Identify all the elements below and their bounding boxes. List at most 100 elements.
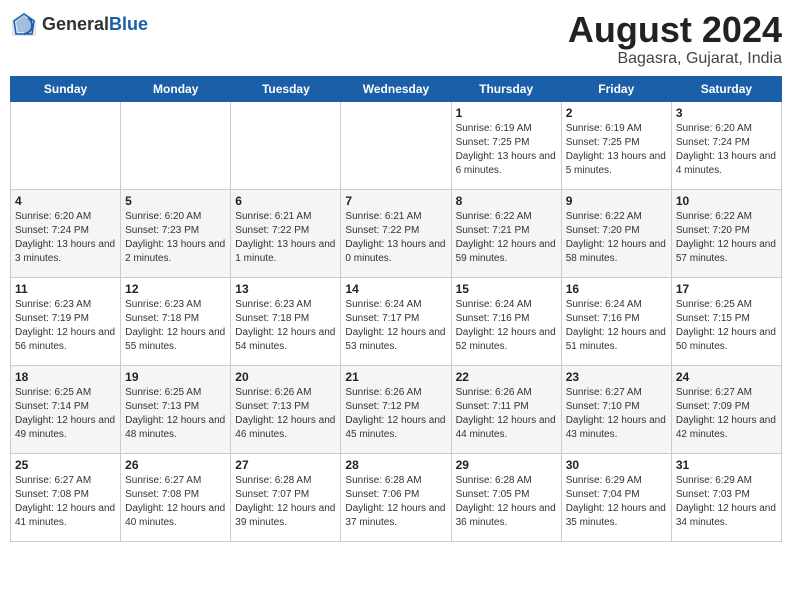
table-row: 17 Sunrise: 6:25 AM Sunset: 7:15 PM Dayli… [671, 277, 781, 365]
day-number: 20 [235, 370, 336, 384]
day-number: 6 [235, 194, 336, 208]
day-number: 26 [125, 458, 226, 472]
table-row: 28 Sunrise: 6:28 AM Sunset: 7:06 PM Dayli… [341, 453, 451, 541]
day-info: Sunrise: 6:24 AM Sunset: 7:17 PM Dayligh… [345, 298, 446, 354]
table-row [231, 101, 341, 189]
day-info: Sunrise: 6:27 AM Sunset: 7:08 PM Dayligh… [125, 474, 226, 530]
day-number: 22 [456, 370, 557, 384]
day-info: Sunrise: 6:24 AM Sunset: 7:16 PM Dayligh… [566, 298, 667, 354]
table-row: 30Sunrise: 6:29 AM Sunset: 7:04 PM Dayli… [561, 453, 671, 541]
table-row: 9 Sunrise: 6:22 AM Sunset: 7:20 PM Daylig… [561, 189, 671, 277]
table-row: 19 Sunrise: 6:25 AM Sunset: 7:13 PM Dayli… [121, 365, 231, 453]
day-number: 17 [676, 282, 777, 296]
calendar-week-row: 25 Sunrise: 6:27 AM Sunset: 7:08 PM Dayli… [11, 453, 782, 541]
day-number: 7 [345, 194, 446, 208]
header-friday: Friday [561, 76, 671, 101]
day-info: Sunrise: 6:21 AM Sunset: 7:22 PM Dayligh… [345, 210, 446, 266]
day-number: 31 [676, 458, 777, 472]
day-number: 29 [456, 458, 557, 472]
table-row: 5Sunrise: 6:20 AM Sunset: 7:23 PM Daylig… [121, 189, 231, 277]
table-row: 22Sunrise: 6:26 AM Sunset: 7:11 PM Dayli… [451, 365, 561, 453]
logo-text-general: General [42, 14, 109, 34]
calendar-title: August 2024 [568, 10, 782, 50]
calendar-week-row: 18 Sunrise: 6:25 AM Sunset: 7:14 PM Dayli… [11, 365, 782, 453]
day-info: Sunrise: 6:28 AM Sunset: 7:06 PM Dayligh… [345, 474, 446, 530]
day-info: Sunrise: 6:22 AM Sunset: 7:20 PM Dayligh… [566, 210, 667, 266]
day-info: Sunrise: 6:28 AM Sunset: 7:05 PM Dayligh… [456, 474, 557, 530]
calendar-week-row: 4Sunrise: 6:20 AM Sunset: 7:24 PM Daylig… [11, 189, 782, 277]
day-info: Sunrise: 6:25 AM Sunset: 7:13 PM Dayligh… [125, 386, 226, 442]
day-number: 3 [676, 106, 777, 120]
day-info: Sunrise: 6:22 AM Sunset: 7:20 PM Dayligh… [676, 210, 777, 266]
day-number: 27 [235, 458, 336, 472]
table-row: 27 Sunrise: 6:28 AM Sunset: 7:07 PM Dayli… [231, 453, 341, 541]
day-number: 24 [676, 370, 777, 384]
calendar-week-row: 1 Sunrise: 6:19 AM Sunset: 7:25 PM Daylig… [11, 101, 782, 189]
day-info: Sunrise: 6:20 AM Sunset: 7:23 PM Dayligh… [125, 210, 226, 266]
table-row: 14 Sunrise: 6:24 AM Sunset: 7:17 PM Dayli… [341, 277, 451, 365]
table-row: 1 Sunrise: 6:19 AM Sunset: 7:25 PM Daylig… [451, 101, 561, 189]
day-number: 12 [125, 282, 226, 296]
day-number: 14 [345, 282, 446, 296]
day-info: Sunrise: 6:27 AM Sunset: 7:08 PM Dayligh… [15, 474, 116, 530]
table-row [341, 101, 451, 189]
table-row [11, 101, 121, 189]
table-row: 4Sunrise: 6:20 AM Sunset: 7:24 PM Daylig… [11, 189, 121, 277]
table-row: 15 Sunrise: 6:24 AM Sunset: 7:16 PM Dayli… [451, 277, 561, 365]
day-info: Sunrise: 6:23 AM Sunset: 7:19 PM Dayligh… [15, 298, 116, 354]
day-number: 18 [15, 370, 116, 384]
day-number: 19 [125, 370, 226, 384]
day-info: Sunrise: 6:25 AM Sunset: 7:14 PM Dayligh… [15, 386, 116, 442]
day-number: 28 [345, 458, 446, 472]
day-number: 30 [566, 458, 667, 472]
logo-text-blue: Blue [109, 14, 148, 34]
day-info: Sunrise: 6:20 AM Sunset: 7:24 PM Dayligh… [676, 122, 777, 178]
header-sunday: Sunday [11, 76, 121, 101]
header-monday: Monday [121, 76, 231, 101]
day-number: 2 [566, 106, 667, 120]
day-info: Sunrise: 6:19 AM Sunset: 7:25 PM Dayligh… [456, 122, 557, 178]
day-number: 13 [235, 282, 336, 296]
table-row: 31Sunrise: 6:29 AM Sunset: 7:03 PM Dayli… [671, 453, 781, 541]
table-row: 26 Sunrise: 6:27 AM Sunset: 7:08 PM Dayli… [121, 453, 231, 541]
table-row: 11 Sunrise: 6:23 AM Sunset: 7:19 PM Dayli… [11, 277, 121, 365]
day-info: Sunrise: 6:19 AM Sunset: 7:25 PM Dayligh… [566, 122, 667, 178]
day-number: 25 [15, 458, 116, 472]
table-row: 6 Sunrise: 6:21 AM Sunset: 7:22 PM Daylig… [231, 189, 341, 277]
table-row: 23Sunrise: 6:27 AM Sunset: 7:10 PM Dayli… [561, 365, 671, 453]
header-thursday: Thursday [451, 76, 561, 101]
day-info: Sunrise: 6:21 AM Sunset: 7:22 PM Dayligh… [235, 210, 336, 266]
weekday-header-row: Sunday Monday Tuesday Wednesday Thursday… [11, 76, 782, 101]
table-row: 18 Sunrise: 6:25 AM Sunset: 7:14 PM Dayli… [11, 365, 121, 453]
table-row: 2 Sunrise: 6:19 AM Sunset: 7:25 PM Daylig… [561, 101, 671, 189]
table-row: 16Sunrise: 6:24 AM Sunset: 7:16 PM Dayli… [561, 277, 671, 365]
day-number: 11 [15, 282, 116, 296]
header-wednesday: Wednesday [341, 76, 451, 101]
day-info: Sunrise: 6:27 AM Sunset: 7:10 PM Dayligh… [566, 386, 667, 442]
logo: GeneralBlue [10, 10, 148, 38]
logo-icon [10, 10, 38, 38]
table-row: 3 Sunrise: 6:20 AM Sunset: 7:24 PM Daylig… [671, 101, 781, 189]
header-saturday: Saturday [671, 76, 781, 101]
day-number: 21 [345, 370, 446, 384]
title-area: August 2024 Bagasra, Gujarat, India [568, 10, 782, 68]
header-tuesday: Tuesday [231, 76, 341, 101]
day-number: 9 [566, 194, 667, 208]
day-info: Sunrise: 6:24 AM Sunset: 7:16 PM Dayligh… [456, 298, 557, 354]
day-info: Sunrise: 6:27 AM Sunset: 7:09 PM Dayligh… [676, 386, 777, 442]
day-number: 10 [676, 194, 777, 208]
day-info: Sunrise: 6:28 AM Sunset: 7:07 PM Dayligh… [235, 474, 336, 530]
calendar-table: Sunday Monday Tuesday Wednesday Thursday… [10, 76, 782, 542]
day-number: 1 [456, 106, 557, 120]
table-row: 25 Sunrise: 6:27 AM Sunset: 7:08 PM Dayli… [11, 453, 121, 541]
table-row: 7 Sunrise: 6:21 AM Sunset: 7:22 PM Daylig… [341, 189, 451, 277]
day-info: Sunrise: 6:26 AM Sunset: 7:12 PM Dayligh… [345, 386, 446, 442]
day-info: Sunrise: 6:23 AM Sunset: 7:18 PM Dayligh… [235, 298, 336, 354]
table-row: 21 Sunrise: 6:26 AM Sunset: 7:12 PM Dayli… [341, 365, 451, 453]
day-info: Sunrise: 6:25 AM Sunset: 7:15 PM Dayligh… [676, 298, 777, 354]
day-info: Sunrise: 6:22 AM Sunset: 7:21 PM Dayligh… [456, 210, 557, 266]
day-info: Sunrise: 6:23 AM Sunset: 7:18 PM Dayligh… [125, 298, 226, 354]
day-number: 15 [456, 282, 557, 296]
table-row: 29 Sunrise: 6:28 AM Sunset: 7:05 PM Dayli… [451, 453, 561, 541]
table-row: 20Sunrise: 6:26 AM Sunset: 7:13 PM Dayli… [231, 365, 341, 453]
